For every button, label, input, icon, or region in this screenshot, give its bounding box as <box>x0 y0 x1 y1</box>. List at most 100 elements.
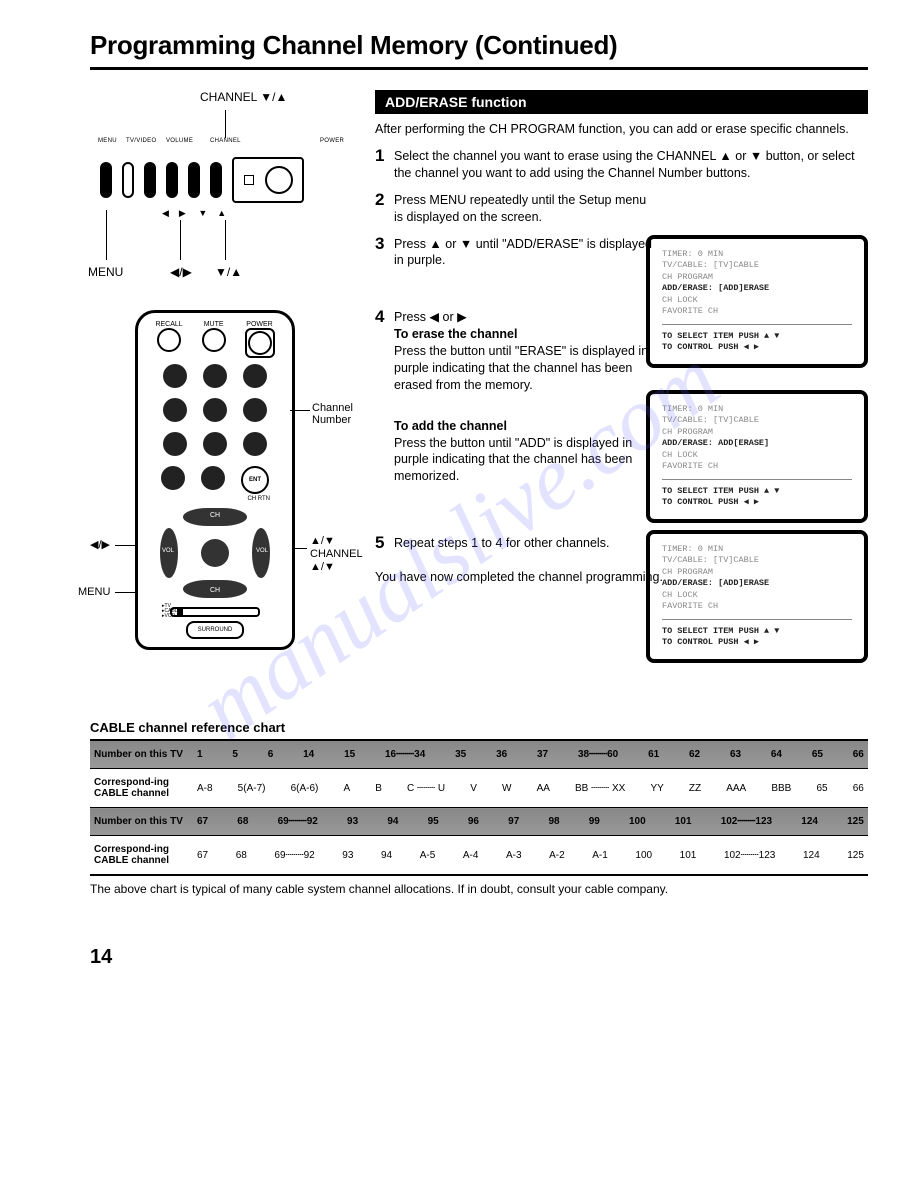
panel-label-ud: ▼/▲ <box>215 265 242 279</box>
step-3: 3 Press ▲ or ▼ until "ADD/ERASE" is disp… <box>375 236 655 270</box>
power-button-icon <box>248 331 272 355</box>
remote-label-mute: MUTE <box>204 321 224 328</box>
panel-label-menu: MENU <box>88 265 123 279</box>
callout-channel-number: Channel Number <box>312 402 353 426</box>
dpad-right-label: VOL <box>256 548 268 554</box>
function-heading: ADD/ERASE function <box>375 90 868 114</box>
osd-screen-3: TIMER: 0 MIN TV/CABLE: [TV]CABLE CH PROG… <box>646 530 868 663</box>
table-cell: 98 <box>548 816 559 827</box>
dpad-up-label: CH <box>210 512 220 519</box>
table-cell: 37 <box>537 749 548 760</box>
intro-text: After performing the CH PROGRAM function… <box>375 122 868 136</box>
table-cell: 69┄┄┄92 <box>278 816 318 827</box>
table-cell: 15 <box>344 749 355 760</box>
table-cell: 100 <box>635 850 652 861</box>
table-cell: 125 <box>847 850 864 861</box>
panel-btn <box>100 162 112 198</box>
callout-lr: ◀/▶ <box>90 538 110 551</box>
callout-menu: MENU <box>78 586 110 598</box>
table-cell: 1 <box>197 749 203 760</box>
chrtn-label: CH RTN <box>146 496 270 502</box>
table-cell: 124 <box>801 816 818 827</box>
table-cell: 94 <box>387 816 398 827</box>
recall-button-icon <box>157 328 181 352</box>
table-cell: 5 <box>232 749 238 760</box>
page-title: Programming Channel Memory (Continued) <box>90 30 868 61</box>
table-cell: V <box>470 783 477 794</box>
table-cell: 67 <box>197 816 208 827</box>
table-cell: 6 <box>268 749 274 760</box>
panel-btn <box>144 162 156 198</box>
power-knob-icon <box>265 166 293 194</box>
table-cell: AAA <box>726 783 746 794</box>
table-cell: A-8 <box>197 783 213 794</box>
table-cell: BB ┄┄┄ XX <box>575 783 625 794</box>
table-cell: 93 <box>347 816 358 827</box>
table-cell: 99 <box>589 816 600 827</box>
table-cell: A-3 <box>506 850 522 861</box>
chart-heading: CABLE channel reference chart <box>90 720 868 735</box>
panel-btn <box>188 162 200 198</box>
table-cell: 64 <box>771 749 782 760</box>
table-cell: A <box>343 783 350 794</box>
table-cell: 36 <box>496 749 507 760</box>
arrow-hint: ◀ ▶ ▼ ▲ <box>162 208 226 219</box>
table-cell: 35 <box>455 749 466 760</box>
table-cell: 100 <box>629 816 646 827</box>
table-cell: A-5 <box>420 850 436 861</box>
table-cell: 96 <box>468 816 479 827</box>
table-cell: W <box>502 783 511 794</box>
btn-label-power: POWER <box>320 138 344 144</box>
table-cell: 69┄┄┄92 <box>274 850 314 861</box>
ent-button: ENT <box>241 466 269 494</box>
panel-label-lr: ◀/▶ <box>170 265 192 279</box>
step-4: 4 Press ◀ or ▶ To erase the channel Pres… <box>375 309 655 485</box>
tv-panel-diagram: CHANNEL ▼/▲ MENU TV/VIDEO VOLUME CHANNEL… <box>90 90 365 300</box>
table-cell: 38┄┄┄60 <box>578 749 618 760</box>
btn-label-channel: CHANNEL <box>210 138 241 144</box>
table-cell: B <box>375 783 382 794</box>
panel-btn <box>210 162 222 198</box>
table-cell: AA <box>537 783 550 794</box>
btn-label-volume: VOLUME <box>166 138 193 144</box>
table-cell: A-1 <box>592 850 608 861</box>
dpad-left-label: VOL <box>162 548 174 554</box>
diagrams-column: CHANNEL ▼/▲ MENU TV/VIDEO VOLUME CHANNEL… <box>90 90 365 670</box>
diagram-caption-channel: CHANNEL ▼/▲ <box>200 90 287 104</box>
table-cell: 65 <box>812 749 823 760</box>
table-cell: 68 <box>237 816 248 827</box>
table-row: Correspond-ing CABLE channel 676869┄┄┄92… <box>90 836 868 876</box>
power-led-icon <box>244 175 254 185</box>
callout-channel-ud: ▲/▼ CHANNEL ▲/▼ <box>310 535 363 575</box>
table-cell: 68 <box>236 850 247 861</box>
number-pad: ENT <box>155 364 275 494</box>
table-cell: 66 <box>853 749 864 760</box>
table-cell: 6(A-6) <box>291 783 319 794</box>
btn-label-menu: MENU <box>98 138 117 144</box>
chart-section: CABLE channel reference chart Number on … <box>90 720 868 896</box>
table-cell: 14 <box>303 749 314 760</box>
table-cell: 94 <box>381 850 392 861</box>
table-cell: 101 <box>680 850 697 861</box>
btn-label-tvvideo: TV/VIDEO <box>126 138 156 144</box>
table-cell: A-2 <box>549 850 565 861</box>
panel-btn <box>166 162 178 198</box>
table-cell: 62 <box>689 749 700 760</box>
table-cell: 102┄┄┄123 <box>721 816 772 827</box>
table-cell: 101 <box>675 816 692 827</box>
table-cell: 95 <box>428 816 439 827</box>
table-row: Number on this TV 676869┄┄┄9293949596979… <box>90 808 868 836</box>
table-cell: 67 <box>197 850 208 861</box>
table-cell: 63 <box>730 749 741 760</box>
table-row: Number on this TV 156141516┄┄┄3435363738… <box>90 740 868 769</box>
step-2: 2 Press MENU repeatedly until the Setup … <box>375 192 655 226</box>
remote-diagram: RECALL MUTE POWER ENT CH RTN <box>90 310 365 670</box>
table-row: Correspond-ing CABLE channel A-85(A-7)6(… <box>90 769 868 808</box>
page-number: 14 <box>90 946 868 969</box>
table-cell: 66 <box>853 783 864 794</box>
table-cell: 97 <box>508 816 519 827</box>
table-cell: 65 <box>816 783 827 794</box>
osd-screen-2: TIMER: 0 MIN TV/CABLE: [TV]CABLE CH PROG… <box>646 390 868 523</box>
step-1: 1 Select the channel you want to erase u… <box>375 148 868 182</box>
chart-footer: The above chart is typical of many cable… <box>90 882 868 896</box>
